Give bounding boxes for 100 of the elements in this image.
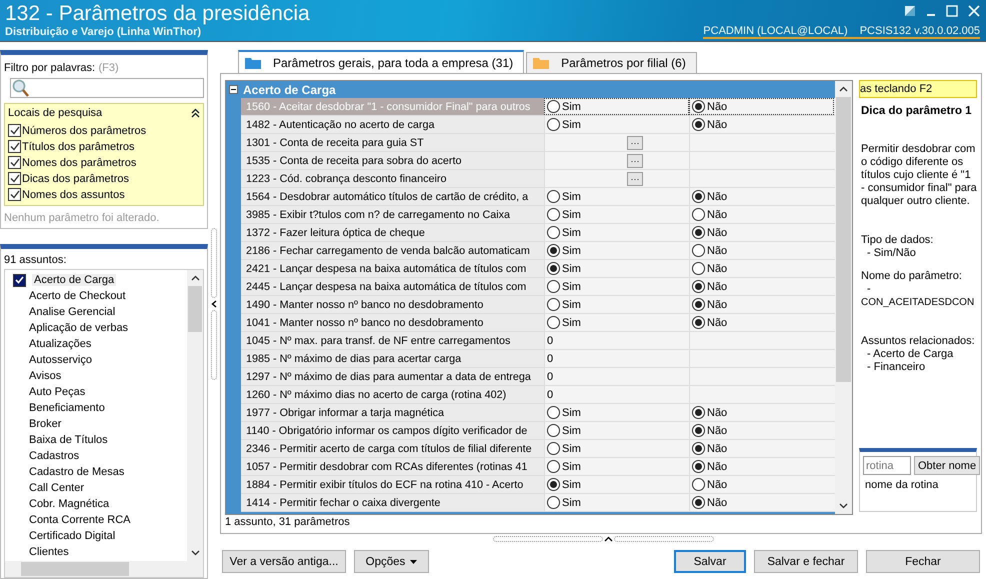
parameter-label[interactable]: 1301 - Conta de receita para guia ST — [241, 134, 544, 151]
parameter-label[interactable]: 3985 - Exibir t?tulos com n? de carregamento no Caixa — [241, 206, 544, 223]
checkbox-option[interactable]: Nomes dos assuntos — [8, 187, 200, 202]
parameter-label[interactable]: 1482 - Autenticação no acerto de carga — [241, 116, 544, 133]
radio-option[interactable]: Não — [692, 496, 728, 509]
radio-option[interactable]: Sim — [547, 424, 581, 437]
collapse-icon[interactable] — [229, 85, 238, 94]
scroll-down-icon[interactable] — [190, 550, 200, 556]
radio-option[interactable]: Sim — [547, 208, 581, 221]
parameter-label[interactable]: 1223 - Cód. cobrança desconto financeiro — [241, 170, 544, 187]
parameter-label[interactable]: 1490 - Manter nosso nº banco no desdobramento — [241, 296, 544, 313]
close-icon[interactable] — [968, 5, 980, 17]
parameter-label[interactable]: 2445 - Lançar despesa na baixa automática de títulos com — [241, 278, 544, 295]
subject-item[interactable]: Analise Gerencial — [13, 304, 187, 320]
parameter-label[interactable]: 1140 - Obrigatório informar os campos dígito verificador de — [241, 422, 544, 439]
radio-option[interactable]: Sim — [547, 100, 581, 113]
parameter-label[interactable]: 1564 - Desdobrar automático títulos de cartão de crédito, a — [241, 188, 544, 205]
save-close-button[interactable]: Salvar e fechar — [754, 550, 858, 573]
parameter-label[interactable]: 1041 - Manter nosso nº banco no desdobramento — [241, 314, 544, 331]
scroll-up-icon[interactable] — [839, 86, 848, 92]
collapse-left-icon[interactable] — [211, 300, 217, 308]
parameter-label[interactable]: 1297 - Nº máximo de dias para aumentar a data de entrega — [241, 368, 544, 385]
radio-option[interactable]: Não — [692, 100, 728, 113]
old-version-button[interactable]: Ver a versão antiga... — [222, 550, 346, 573]
scrollbar[interactable] — [187, 270, 203, 561]
radio-option[interactable]: Não — [692, 226, 728, 239]
checkbox-option[interactable]: Números dos parâmetros — [8, 123, 200, 138]
radio-option[interactable]: Sim — [547, 280, 581, 293]
parameter-label[interactable]: 1985 - Nº máximo de dias para acertar carga — [241, 350, 544, 367]
radio-option[interactable]: Sim — [547, 460, 581, 473]
ellipsis-button[interactable]: ··· — [627, 154, 643, 168]
parameter-label[interactable]: 1260 - Nº máximo dias no acerto de carga (rotina 402) — [241, 386, 544, 403]
subject-item[interactable]: Auto Peças — [13, 384, 187, 400]
subject-item[interactable]: Acerto de Carga — [13, 272, 187, 288]
radio-option[interactable]: Não — [692, 298, 728, 311]
parameter-label[interactable]: 2186 - Fechar carregamento de venda balcão automaticam — [241, 242, 544, 259]
subject-item[interactable]: Atualizações — [13, 336, 187, 352]
radio-option[interactable]: Não — [692, 262, 728, 275]
subject-item[interactable]: Acerto de Checkout — [13, 288, 187, 304]
radio-option[interactable]: Não — [692, 190, 728, 203]
radio-option[interactable]: Sim — [547, 442, 581, 455]
routine-field[interactable]: rotina — [863, 456, 911, 475]
radio-option[interactable]: Não — [692, 208, 728, 221]
subject-item[interactable]: Cadastros — [13, 448, 187, 464]
subject-item[interactable]: Conta Corrente RCA — [13, 512, 187, 528]
subject-item[interactable]: Aplicação de verbas — [13, 320, 187, 336]
options-button[interactable]: Opções — [354, 550, 429, 573]
subject-item[interactable]: Call Center — [13, 480, 187, 496]
parameter-label[interactable]: 1884 - Permitir exibir títulos do ECF na rotina 410 - Acerto — [241, 476, 544, 493]
parameter-label[interactable]: 1535 - Conta de receita para sobra do acerto — [241, 152, 544, 169]
radio-option[interactable]: Não — [692, 478, 728, 491]
subject-item[interactable]: Autosserviço — [13, 352, 187, 368]
subject-item[interactable]: Beneficiamento — [13, 400, 187, 416]
tab[interactable]: Parâmetros por filial (6) — [526, 52, 697, 73]
scrollbar[interactable] — [835, 81, 852, 514]
radio-option[interactable]: Sim — [547, 226, 581, 239]
ellipsis-button[interactable]: ··· — [627, 172, 643, 186]
subject-item[interactable]: Avisos — [13, 368, 187, 384]
scroll-thumb[interactable] — [21, 562, 129, 576]
radio-option[interactable]: Não — [692, 460, 728, 473]
tab[interactable]: Parâmetros gerais, para toda a empresa (31) — [238, 50, 524, 73]
search-field[interactable] — [10, 78, 204, 98]
radio-option[interactable]: Não — [692, 118, 728, 131]
scroll-thumb[interactable] — [188, 286, 202, 332]
subject-item[interactable]: Broker — [13, 416, 187, 432]
subject-item[interactable]: Cobr. Magnética — [13, 496, 187, 512]
ellipsis-button[interactable]: ··· — [627, 136, 643, 150]
subject-item[interactable]: Baixa de Títulos — [13, 432, 187, 448]
radio-option[interactable]: Não — [692, 406, 728, 419]
get-name-button[interactable]: Obter nome — [914, 456, 980, 475]
collapse-icon[interactable] — [191, 108, 200, 118]
save-button[interactable]: Salvar — [674, 550, 746, 573]
radio-option[interactable]: Não — [692, 244, 728, 257]
parameter-label[interactable]: 1977 - Obrigar informar a tarja magnética — [241, 404, 544, 421]
radio-option[interactable]: Sim — [547, 244, 581, 257]
horizontal-scrollbar[interactable] — [5, 561, 203, 577]
parameter-label[interactable]: 2421 - Lançar despesa na baixa automática de títulos com — [241, 260, 544, 277]
expand-up-icon[interactable] — [604, 536, 612, 542]
scroll-thumb[interactable] — [836, 97, 851, 382]
parameter-label[interactable]: 1045 - Nº max. para transf. de NF entre carregamentos — [241, 332, 544, 349]
radio-option[interactable]: Sim — [547, 118, 581, 131]
radio-option[interactable]: Não — [692, 442, 728, 455]
radio-option[interactable]: Sim — [547, 478, 581, 491]
radio-option[interactable]: Não — [692, 280, 728, 293]
scroll-down-icon[interactable] — [839, 503, 848, 509]
close-button[interactable]: Fechar — [866, 550, 980, 573]
checkbox-option[interactable]: Dicas dos parâmetros — [8, 171, 200, 186]
subject-item[interactable]: Cadastro de Mesas — [13, 464, 187, 480]
parameter-label[interactable]: 1414 - Permitir fechar o caixa divergente — [241, 494, 544, 511]
subject-item[interactable]: Clientes — [13, 544, 187, 560]
scroll-up-icon[interactable] — [190, 275, 200, 281]
checkbox-option[interactable]: Títulos dos parâmetros — [8, 139, 200, 154]
parameter-label[interactable]: 1057 - Permitir desdobrar com RCAs diferentes (rotinas 41 — [241, 458, 544, 475]
radio-option[interactable]: Não — [692, 424, 728, 437]
parameter-label[interactable]: 2346 - Permitir acerto de carga com títulos de filial diferente — [241, 440, 544, 457]
restore-icon[interactable] — [904, 5, 916, 17]
checkbox-option[interactable]: Nomes dos parâmetros — [8, 155, 200, 170]
maximize-icon[interactable] — [946, 5, 958, 17]
radio-option[interactable]: Sim — [547, 316, 581, 329]
radio-option[interactable]: Sim — [547, 298, 581, 311]
